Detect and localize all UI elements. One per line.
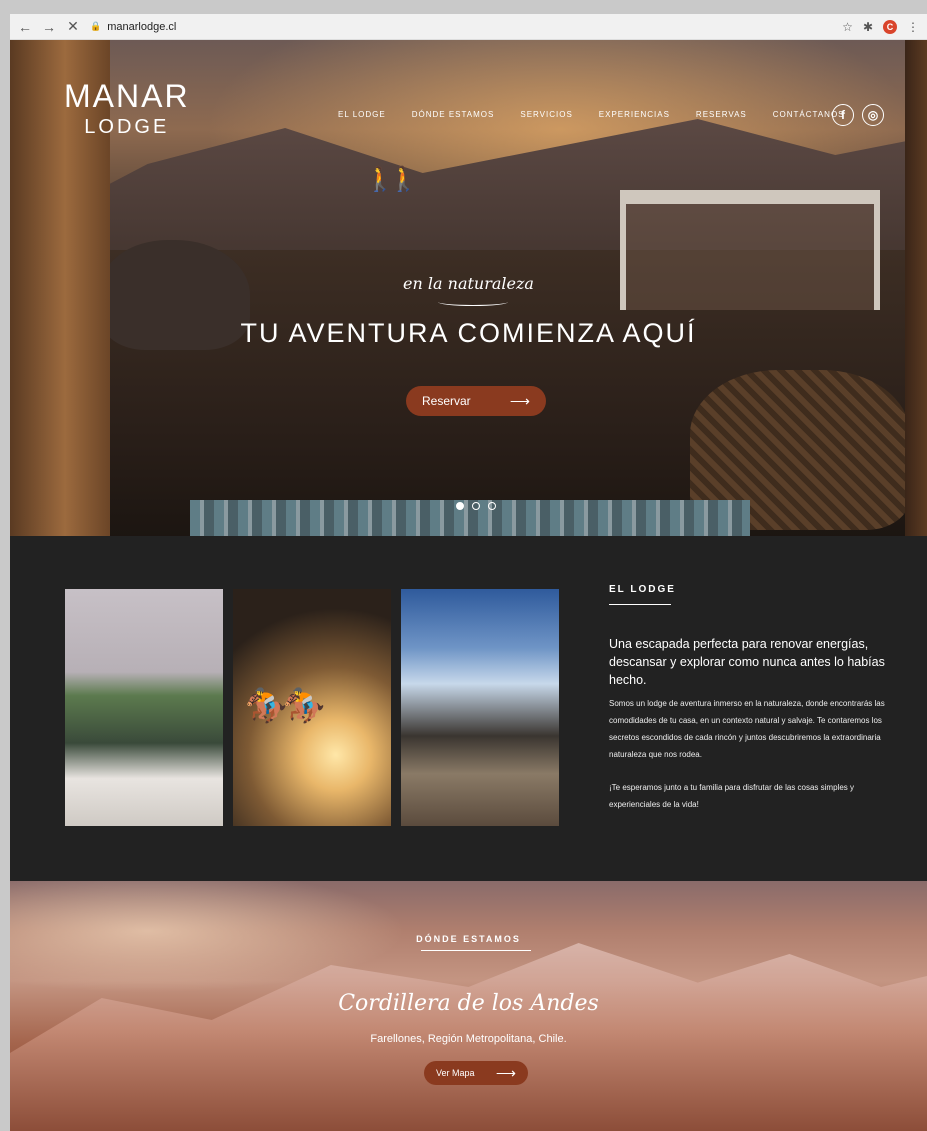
- lodge-section-title: EL LODGE: [609, 584, 676, 595]
- el-lodge-section: 🏇🏇 EL LODGE Una escapada perfecta para r…: [10, 536, 927, 881]
- riders-silhouette: 🏇🏇: [245, 687, 326, 725]
- site-logo[interactable]: MANAR LODGE: [64, 80, 190, 139]
- arrow-right-icon: ⟶: [509, 392, 530, 409]
- where-title-underline: [421, 950, 531, 951]
- extensions-icon[interactable]: ✱: [863, 20, 873, 34]
- reservar-button-label: Reservar: [422, 394, 471, 408]
- arrow-right-icon: ⟶: [495, 1064, 516, 1081]
- logo-line1: MANAR: [64, 78, 190, 114]
- browser-window: ← → ✕ 🔒 manarlodge.cl ☆ ✱ C ⋮ 🚶🚶 MANAR L…: [10, 14, 927, 1131]
- nav-item-servicios[interactable]: SERVICIOS: [520, 110, 572, 119]
- andes-mountains-image: [10, 943, 927, 1131]
- lodge-body-text-2: ¡Te esperamos junto a tu familia para di…: [609, 783, 854, 809]
- slider-dots: [456, 502, 496, 510]
- hero-swoosh-divider: [438, 298, 508, 306]
- donde-estamos-section: DÓNDE ESTAMOS Cordillera de los Andes Fa…: [10, 881, 927, 1131]
- address-bar[interactable]: 🔒 manarlodge.cl: [90, 21, 832, 33]
- hero-headline: TU AVENTURA COMIENZA AQUÍ: [240, 318, 697, 348]
- lodge-lead-text: Una escapada perfecta para renovar energ…: [609, 637, 885, 687]
- lodge-title-underline: [609, 604, 671, 605]
- where-script-text: Cordillera de los Andes: [338, 991, 599, 1016]
- slider-dot-1[interactable]: [456, 502, 464, 510]
- lock-icon: 🔒: [90, 21, 102, 31]
- where-section-title: DÓNDE ESTAMOS: [416, 934, 521, 944]
- social-links: f ◎: [832, 104, 884, 126]
- photo-group-snow: [65, 589, 223, 826]
- reservar-button[interactable]: Reservar ⟶: [406, 386, 546, 416]
- browser-menu-icon[interactable]: ⋮: [907, 20, 919, 34]
- nav-item-experiencias[interactable]: EXPERIENCIAS: [599, 110, 670, 119]
- bookmark-star-icon[interactable]: ☆: [842, 20, 853, 34]
- hero-script-text: en la naturaleza: [403, 274, 534, 293]
- instagram-icon[interactable]: ◎: [862, 104, 884, 126]
- main-nav: EL LODGE DÓNDE ESTAMOS SERVICIOS EXPERIE…: [338, 110, 845, 119]
- forward-icon[interactable]: →: [42, 19, 56, 35]
- ver-mapa-button[interactable]: Ver Mapa ⟶: [424, 1061, 528, 1085]
- nav-item-reservas[interactable]: RESERVAS: [696, 110, 747, 119]
- stop-reload-icon[interactable]: ✕: [66, 18, 80, 35]
- lodge-body-text-1: Somos un lodge de aventura inmerso en la…: [609, 699, 885, 759]
- nav-item-donde-estamos[interactable]: DÓNDE ESTAMOS: [412, 110, 495, 119]
- url-text[interactable]: manarlodge.cl: [107, 21, 176, 33]
- browser-toolbar: ← → ✕ 🔒 manarlodge.cl ☆ ✱ C ⋮: [10, 14, 927, 40]
- logo-line2: LODGE: [84, 116, 170, 138]
- hero-hikers-silhouette: 🚶🚶: [365, 166, 419, 193]
- photo-hikers: [401, 589, 559, 826]
- slider-dot-3[interactable]: [488, 502, 496, 510]
- slider-dot-2[interactable]: [472, 502, 480, 510]
- where-location-text: Farellones, Región Metropolitana, Chile.: [370, 1033, 567, 1045]
- ver-mapa-button-label: Ver Mapa: [436, 1068, 475, 1078]
- nav-item-el-lodge[interactable]: EL LODGE: [338, 110, 386, 119]
- hero-section: 🚶🚶 MANAR LODGE EL LODGE DÓNDE ESTAMOS SE…: [10, 40, 927, 536]
- back-icon[interactable]: ←: [18, 19, 32, 35]
- facebook-icon[interactable]: f: [832, 104, 854, 126]
- profile-avatar[interactable]: C: [883, 19, 897, 34]
- toolbar-actions: ☆ ✱ C ⋮: [842, 19, 919, 34]
